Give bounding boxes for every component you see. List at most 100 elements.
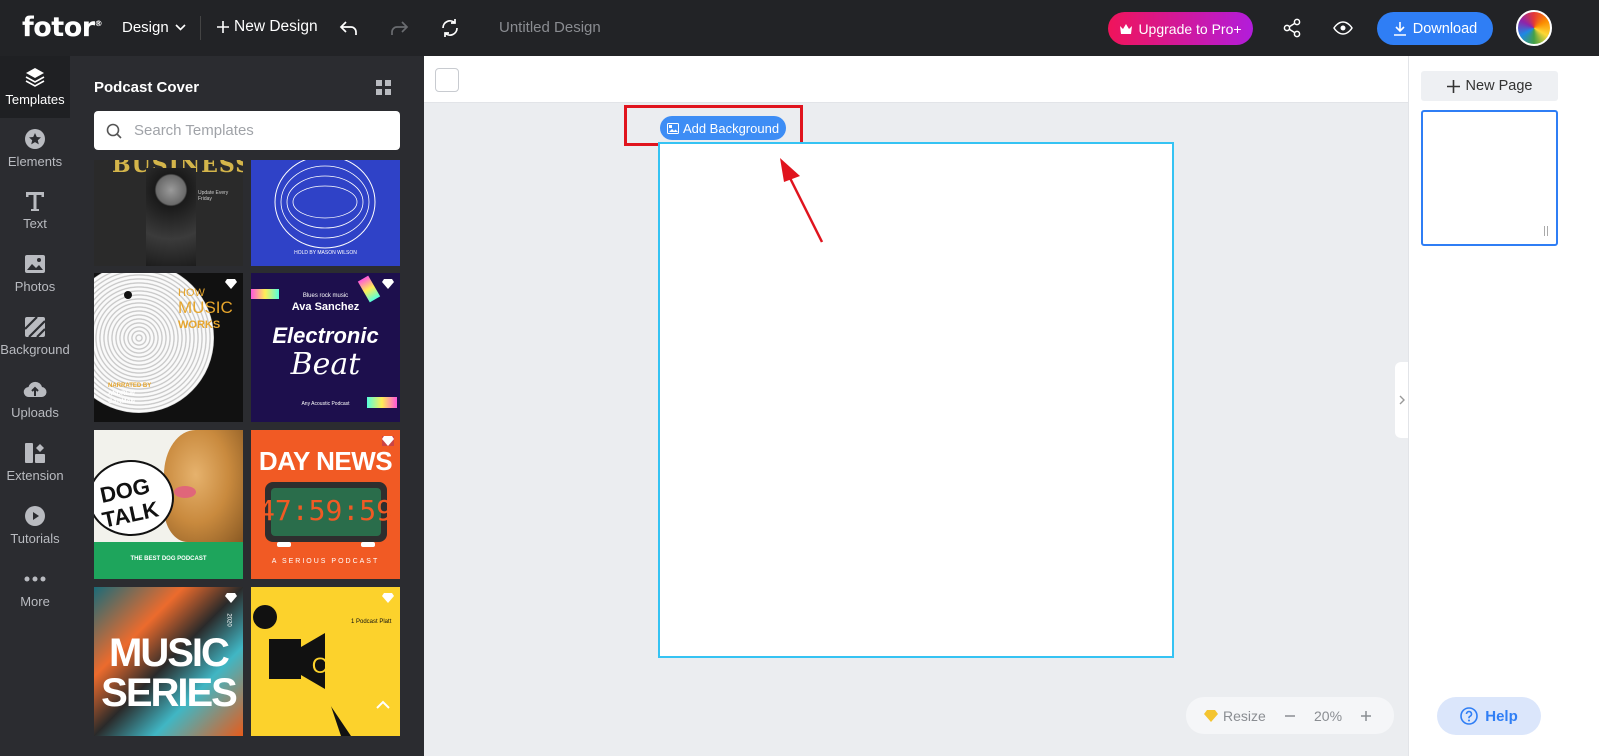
rail-label: Uploads (11, 405, 59, 420)
rail-item-templates[interactable]: Templates (0, 56, 70, 118)
grid-view-icon[interactable] (376, 80, 391, 95)
template-electronic-beat[interactable]: Blues rock music Ava Sanchez Electronic … (251, 273, 400, 422)
clock-foot (361, 542, 375, 547)
template-text: Any Acoustic Podcast (301, 401, 350, 407)
template-text: THE BEST DOG PODCAST (130, 556, 207, 562)
zoom-out-icon[interactable] (1284, 710, 1296, 722)
preview-eye-icon[interactable] (1332, 17, 1354, 39)
person-figure (146, 168, 196, 266)
tutorials-icon (25, 506, 45, 526)
template-text: Electronic (272, 323, 379, 348)
top-bar: fotor® Design New Design Untitled Design… (0, 0, 1599, 56)
rail-label: Tutorials (10, 531, 60, 546)
plus-icon (1446, 79, 1460, 93)
rail-label: More (20, 594, 50, 609)
elements-icon (25, 129, 45, 149)
template-text: MUSIC (178, 298, 233, 317)
template-text: WORKS (178, 319, 221, 331)
download-button[interactable]: Download (1377, 12, 1493, 45)
text-icon (26, 192, 44, 211)
rail-item-elements[interactable]: Elements (0, 118, 70, 180)
rail-item-text[interactable]: Text (0, 180, 70, 242)
template-text: DAY NEWS (258, 446, 393, 476)
photos-icon (25, 255, 45, 273)
undo-icon[interactable] (338, 17, 360, 39)
new-design-button[interactable]: New Design (216, 18, 318, 36)
download-label: Download (1412, 20, 1478, 37)
resize-button[interactable]: Resize (1186, 708, 1284, 724)
more-icon (24, 576, 46, 582)
template-text: Blues rock music (302, 293, 349, 299)
drag-handle-icon[interactable] (1544, 226, 1548, 236)
document-title[interactable]: Untitled Design (499, 19, 601, 36)
premium-gem-icon (382, 279, 394, 289)
page-thumbnail[interactable] (1421, 110, 1558, 246)
chevron-down-icon (175, 24, 186, 31)
avatar[interactable] (1516, 10, 1552, 46)
templates-icon (25, 68, 45, 87)
templates-panel: Podcast Cover BUSINESS Update Every Frid… (70, 56, 424, 756)
crown-icon (1120, 23, 1133, 34)
resize-label: Resize (1223, 707, 1266, 724)
canvas-toolbar (424, 56, 1408, 103)
template-text: GARMAN (108, 399, 135, 405)
help-icon (1460, 707, 1479, 725)
template-text: Ava Sanchez (291, 301, 360, 313)
scroll-to-top-icon[interactable] (375, 699, 391, 709)
template-camera-cast[interactable]: 1 Podcast Platt The Camera Cast (251, 587, 400, 736)
help-button[interactable]: Help (1437, 697, 1541, 735)
annotation-arrow (780, 158, 824, 243)
zoom-in-icon[interactable] (1360, 710, 1372, 722)
rail-label: Photos (14, 279, 56, 294)
search-icon (106, 123, 122, 139)
template-text: Camera (311, 653, 390, 678)
left-rail: Templates Elements Text Photos Backgroun… (0, 56, 70, 756)
upgrade-button[interactable]: Upgrade to Pro+ (1108, 12, 1253, 45)
expand-right-panel-button[interactable] (1395, 362, 1409, 438)
canvas-area: Add Background Resize 20% (424, 56, 1408, 756)
template-business[interactable]: BUSINESS Update Every Friday (94, 160, 243, 266)
search-box (94, 111, 400, 150)
template-dog-talk[interactable]: DOG TALK THE BEST DOG PODCAST (94, 430, 243, 579)
new-design-label: New Design (234, 18, 318, 35)
template-text: Beat (290, 347, 361, 382)
search-input[interactable] (134, 122, 374, 139)
template-text: 47:59:59 (258, 494, 393, 527)
template-day-news[interactable]: DAY NEWS 47:59:59 A SERIOUS PODCAST (251, 430, 400, 579)
share-icon[interactable] (1281, 17, 1303, 39)
select-checkbox[interactable] (435, 68, 459, 92)
rail-label: Elements (7, 154, 63, 169)
template-text: A SERIOUS PODCAST (271, 558, 380, 565)
refresh-icon[interactable] (439, 17, 461, 39)
rail-item-uploads[interactable]: Uploads (0, 369, 70, 431)
template-how-music-works[interactable]: HOW MUSIC WORKS NARRATED BY ANDREW GARMA… (94, 273, 243, 422)
rail-label: Extension (6, 468, 64, 483)
design-page[interactable] (658, 142, 1174, 658)
add-background-label: Add Background (682, 120, 780, 136)
help-label: Help (1485, 707, 1518, 725)
premium-gem-icon (225, 593, 237, 603)
upgrade-label: Upgrade to Pro+ (1138, 20, 1242, 37)
template-text: 2020 (225, 613, 232, 627)
rail-item-extension[interactable]: Extension (0, 432, 70, 494)
add-background-button[interactable]: Add Background (660, 116, 786, 140)
gem-icon (1204, 709, 1218, 722)
redo-icon[interactable] (388, 17, 410, 39)
rail-item-photos[interactable]: Photos (0, 243, 70, 305)
design-menu-label: Design (122, 19, 169, 36)
rail-item-background[interactable]: Background (0, 306, 70, 368)
vinyl-hole (124, 291, 132, 299)
rail-item-tutorials[interactable]: Tutorials (0, 495, 70, 557)
template-text: NARRATED BY (108, 383, 152, 389)
rail-item-more[interactable]: More (0, 558, 70, 620)
panel-title: Podcast Cover (94, 79, 200, 96)
dog-tongue (174, 486, 196, 498)
design-menu[interactable]: Design (122, 19, 186, 36)
template-wave[interactable]: HOLD BY MASON WILSON (251, 160, 400, 266)
zoom-level: 20% (1314, 707, 1343, 724)
new-page-label: New Page (1465, 78, 1533, 94)
new-page-button[interactable]: New Page (1421, 71, 1558, 101)
download-icon (1393, 22, 1406, 36)
fotor-logo[interactable]: fotor® (22, 12, 103, 43)
template-music-series[interactable]: MUSIC SERIES 2020 (94, 587, 243, 736)
